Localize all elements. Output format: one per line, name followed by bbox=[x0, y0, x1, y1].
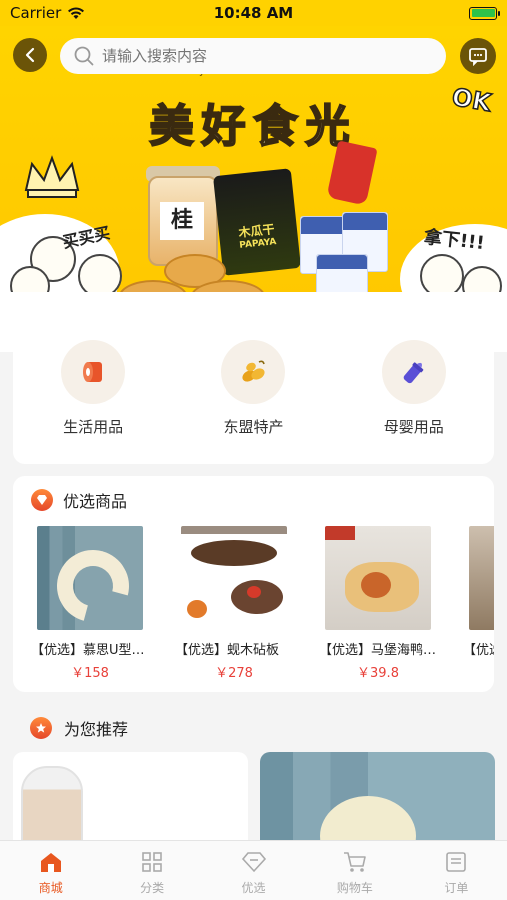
home-icon bbox=[40, 853, 61, 872]
cart-icon bbox=[343, 852, 366, 872]
recommend-product-card[interactable] bbox=[260, 752, 495, 852]
status-right bbox=[469, 6, 500, 20]
product-image bbox=[37, 526, 143, 630]
grid-icon bbox=[142, 852, 162, 872]
search-bar[interactable] bbox=[60, 38, 446, 74]
tissue-roll-icon bbox=[61, 340, 126, 404]
tab-mall[interactable]: 商城 bbox=[0, 841, 101, 900]
banner-title: 美好食光 bbox=[149, 100, 358, 153]
product-image bbox=[181, 526, 287, 630]
order-icon bbox=[446, 852, 467, 872]
back-button[interactable] bbox=[13, 38, 47, 72]
tab-featured[interactable]: 优选 bbox=[203, 841, 304, 900]
battery-icon bbox=[469, 6, 500, 20]
tab-label: 分类 bbox=[140, 881, 165, 895]
recommend-badge-icon bbox=[30, 717, 52, 739]
carrier-label: Carrier bbox=[10, 4, 62, 22]
featured-product-list: 【优选】慕思U型枕头 ￥158 【优选】蚬木砧板 ￥278 【优选】马堡海鸭蛋黄… bbox=[13, 512, 494, 681]
recommend-title: 为您推荐 bbox=[64, 720, 129, 739]
product-name: 【优选】 bbox=[463, 643, 494, 658]
product-name: 【优选】慕思U型枕头 bbox=[31, 643, 151, 658]
product-image bbox=[469, 526, 494, 630]
wifi-icon bbox=[68, 7, 85, 19]
message-button[interactable] bbox=[460, 38, 496, 74]
tab-cart[interactable]: 购物车 bbox=[304, 841, 405, 900]
category-item-daily[interactable]: 生活用品 bbox=[33, 340, 153, 464]
recommend-header: 为您推荐 bbox=[30, 716, 128, 740]
baby-bottle-icon bbox=[381, 340, 446, 404]
featured-card: 优选商品 【优选】慕思U型枕头 ￥158 【优选】蚬木砧板 ￥278 【优选】马… bbox=[13, 476, 494, 692]
category-label: 生活用品 bbox=[63, 418, 124, 436]
tab-label: 商城 bbox=[38, 881, 63, 895]
product-name: 【优选】马堡海鸭蛋黄酥 bbox=[319, 643, 439, 658]
search-icon bbox=[74, 46, 94, 66]
category-card: 生活用品 东盟特产 母婴用品 bbox=[13, 322, 494, 464]
featured-header: 优选商品 bbox=[13, 476, 494, 512]
product-image bbox=[325, 526, 431, 630]
category-label: 母婴用品 bbox=[383, 418, 444, 436]
product-price: ￥39.8 bbox=[357, 666, 399, 681]
olive-fruit-icon bbox=[221, 340, 286, 404]
tab-category[interactable]: 分类 bbox=[101, 841, 202, 900]
status-left: Carrier bbox=[10, 4, 85, 22]
product-card[interactable]: 【优选】 bbox=[463, 526, 494, 681]
crown-icon bbox=[24, 155, 80, 198]
tab-label: 优选 bbox=[241, 881, 266, 895]
chevron-left-icon bbox=[25, 47, 35, 63]
product-card[interactable]: 【优选】马堡海鸭蛋黄酥 ￥39.8 bbox=[319, 526, 439, 681]
product-card[interactable]: 【优选】蚬木砧板 ￥278 bbox=[175, 526, 287, 681]
diamond-icon bbox=[241, 852, 266, 873]
category-item-baby[interactable]: 母婴用品 bbox=[354, 340, 474, 464]
chat-icon bbox=[469, 48, 487, 66]
tab-orders[interactable]: 订单 bbox=[406, 841, 507, 900]
bottom-tab-bar: 商城 分类 优选 购物车 订单 bbox=[0, 840, 507, 900]
category-label: 东盟特产 bbox=[223, 418, 284, 436]
product-price: ￥158 bbox=[71, 666, 109, 681]
recommend-product-card[interactable] bbox=[13, 752, 248, 852]
category-item-asean[interactable]: 东盟特产 bbox=[193, 340, 313, 464]
diamond-badge-icon bbox=[31, 489, 53, 511]
tab-label: 购物车 bbox=[336, 881, 373, 895]
product-card[interactable]: 【优选】慕思U型枕头 ￥158 bbox=[31, 526, 151, 681]
product-price: ￥278 bbox=[215, 666, 253, 681]
featured-title: 优选商品 bbox=[63, 492, 128, 511]
search-input[interactable] bbox=[102, 47, 422, 65]
jar-label: 桂 bbox=[160, 202, 204, 240]
product-name: 【优选】蚬木砧板 bbox=[175, 643, 280, 658]
tab-label: 订单 bbox=[444, 881, 469, 895]
status-bar: Carrier 10:48 AM bbox=[0, 0, 507, 26]
